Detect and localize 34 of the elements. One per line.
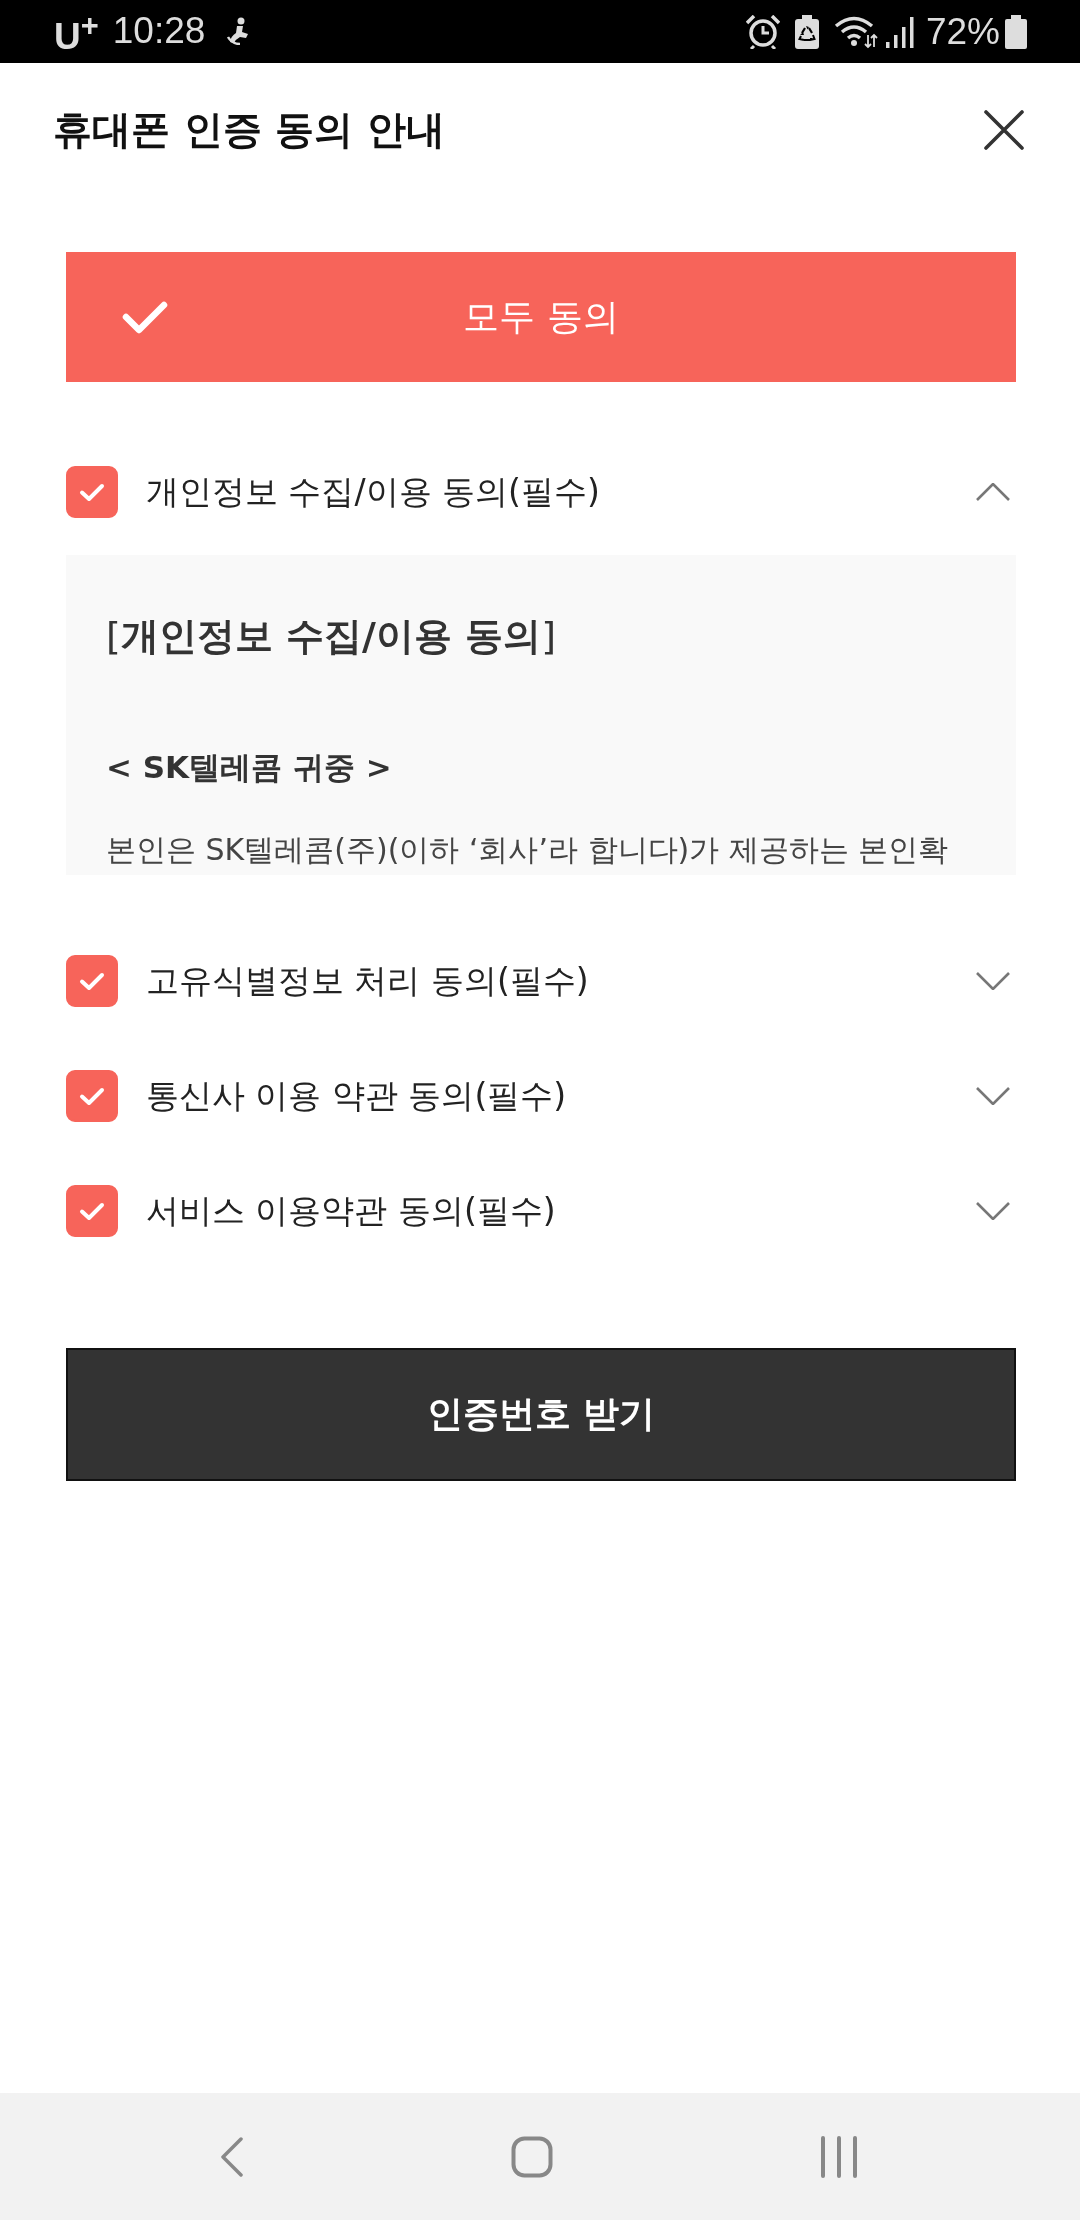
chevron-down-icon[interactable]: [976, 972, 1010, 990]
battery-percentage: 72%: [925, 11, 1000, 52]
checkbox[interactable]: [66, 955, 118, 1007]
term-label[interactable]: 고유식별정보 처리 동의(필수): [146, 959, 976, 1003]
term-label[interactable]: 개인정보 수집/이용 동의(필수): [146, 470, 976, 514]
recents-icon[interactable]: [820, 2135, 858, 2178]
home-icon[interactable]: [511, 2135, 553, 2178]
back-icon[interactable]: [220, 2136, 244, 2177]
close-icon[interactable]: [984, 110, 1024, 150]
check-icon: [79, 1086, 105, 1106]
submit-button[interactable]: 인증번호 받기: [66, 1348, 1016, 1481]
check-icon: [79, 482, 105, 502]
battery-recycle-icon: [794, 14, 819, 49]
term-label[interactable]: 서비스 이용약관 동의(필수): [146, 1189, 976, 1233]
battery-icon: [1005, 14, 1027, 49]
term-label[interactable]: 통신사 이용 약관 동의(필수): [146, 1074, 976, 1118]
terms-heading: [개인정보 수집/이용 동의]: [106, 613, 556, 660]
dialog-title: 휴대폰 인증 동의 안내: [53, 106, 445, 154]
chevron-down-icon[interactable]: [976, 1087, 1010, 1105]
terms-recipient: < SK텔레콤 귀중 >: [106, 748, 392, 787]
signal-icon: [885, 15, 916, 48]
status-time: 10:28: [112, 11, 206, 52]
chevron-down-icon[interactable]: [976, 1202, 1010, 1220]
checkbox[interactable]: [66, 1185, 118, 1237]
carrier-label: U$^{+}$: [54, 6, 99, 58]
check-icon: [79, 971, 105, 991]
wifi-icon: [833, 14, 878, 49]
checkbox[interactable]: [66, 1070, 118, 1122]
terms-body-text: 본인은 SK텔레콤(주)(이하 ‘회사’라 합니다)가 제공하는 본인확: [106, 833, 949, 867]
check-icon: [122, 300, 168, 334]
check-icon: [79, 1201, 105, 1221]
alarm-clock-icon: [745, 14, 780, 49]
checkbox[interactable]: [66, 466, 118, 518]
chevron-up-icon[interactable]: [976, 483, 1010, 501]
